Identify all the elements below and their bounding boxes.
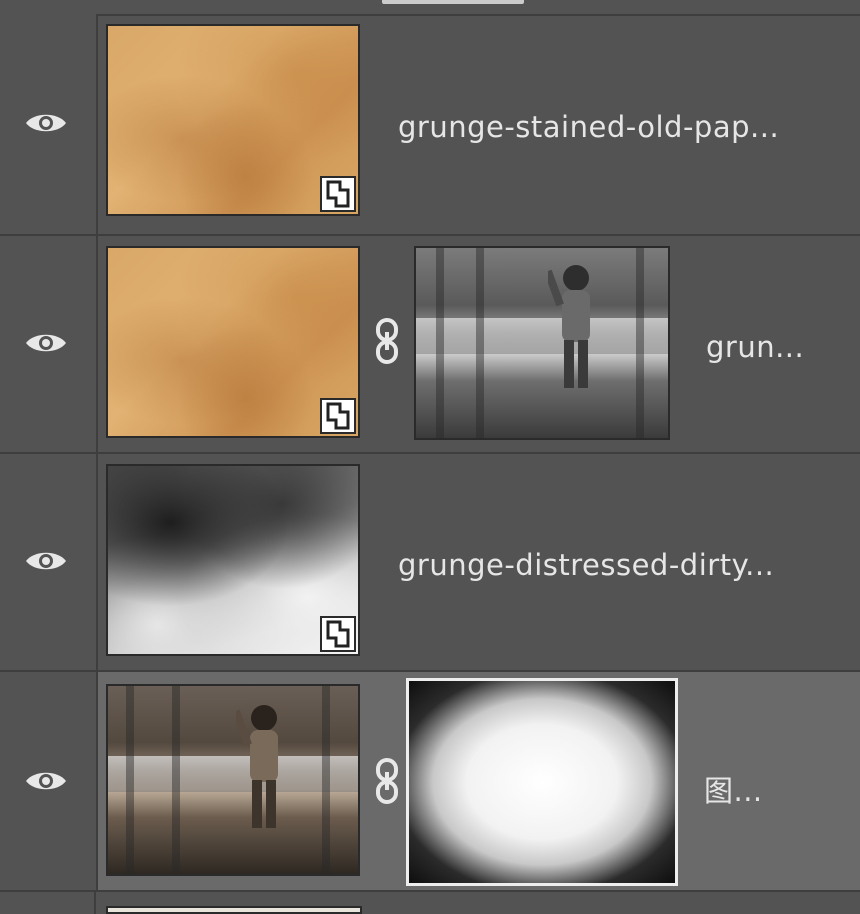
- layer-thumbnail-edge: [106, 906, 362, 914]
- eye-icon[interactable]: [24, 548, 68, 574]
- child-figure: [236, 705, 278, 828]
- eye-icon[interactable]: [24, 330, 68, 356]
- mask-thumbnail[interactable]: [414, 246, 670, 440]
- fence-post: [126, 686, 134, 874]
- smart-object-badge-icon: [320, 176, 356, 212]
- visibility-column: [0, 236, 98, 452]
- chain-link-icon[interactable]: [374, 318, 400, 364]
- layer-thumbnail[interactable]: [106, 464, 360, 656]
- smart-object-badge-icon: [320, 616, 356, 652]
- layer-row[interactable]: grunge-distressed-dirty...: [0, 454, 860, 672]
- child-figure: [548, 265, 590, 388]
- next-layer-row-remnant: [0, 892, 860, 914]
- layer-thumbnail[interactable]: [106, 684, 360, 876]
- eye-icon[interactable]: [24, 110, 68, 136]
- layer-row-selected[interactable]: 图...: [0, 672, 860, 892]
- visibility-column: [0, 14, 98, 234]
- layer-row[interactable]: grunge-stained-old-pap...: [0, 14, 860, 236]
- fence-post: [436, 248, 444, 438]
- layer-name[interactable]: grunge-stained-old-pap...: [398, 110, 779, 144]
- fence-rail: [416, 318, 668, 354]
- fence-rail: [108, 756, 358, 792]
- chain-link-icon[interactable]: [374, 758, 400, 804]
- fence-post: [636, 248, 644, 438]
- layer-name[interactable]: 图...: [704, 768, 763, 810]
- visibility-column: [0, 892, 96, 914]
- eye-icon[interactable]: [24, 768, 68, 794]
- visibility-column: [0, 454, 98, 670]
- layer-name[interactable]: grun...: [706, 330, 804, 364]
- fence-post: [476, 248, 484, 438]
- layers-panel: grunge-stained-old-pap... grun... grunge…: [0, 0, 860, 914]
- layer-thumbnail[interactable]: [106, 246, 360, 438]
- layer-name[interactable]: grunge-distressed-dirty...: [398, 548, 774, 582]
- visibility-column: [0, 672, 98, 890]
- layer-thumbnail[interactable]: [106, 24, 360, 216]
- fence-post: [172, 686, 180, 874]
- mask-thumbnail-selected[interactable]: [406, 678, 678, 886]
- clipped-label-fragment: [382, 0, 524, 4]
- layer-row[interactable]: grun...: [0, 236, 860, 454]
- smart-object-badge-icon: [320, 398, 356, 434]
- fence-post: [322, 686, 330, 874]
